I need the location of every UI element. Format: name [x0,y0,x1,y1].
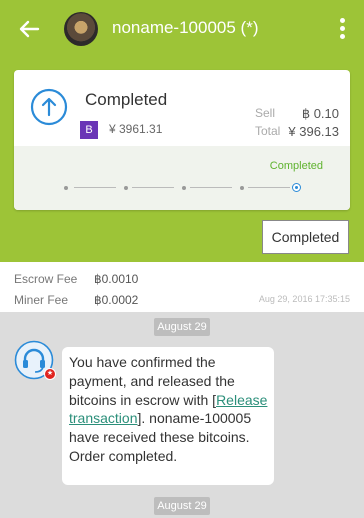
step-line [248,187,290,188]
escrow-fee-value: ฿0.0010 [94,272,139,286]
total-amount-row: Total ¥ 396.13 [255,124,339,139]
step-dot [182,186,186,190]
message-text-prefix: You have confirmed the payment, and rele… [69,354,235,408]
flag-badge-icon: ★ [44,368,56,380]
step-current [292,183,301,192]
miner-fee-label: Miner Fee [14,293,69,307]
coin-badge: B [80,121,98,139]
sell-amount-row: Sell ฿ 0.10 [255,106,339,121]
sell-value: ฿ 0.10 [301,106,339,121]
more-options-icon[interactable] [334,16,350,42]
fees-panel: Escrow Fee ฿0.0010 Miner Fee ฿0.0002 Aug… [0,262,364,312]
escrow-fee-label: Escrow Fee [14,272,78,286]
date-chip: August 29 [154,497,210,515]
chat-message: You have confirmed the payment, and rele… [62,347,274,485]
step-line [132,187,174,188]
app-bar: noname-100005 (*) [0,0,364,60]
progress-label: Completed [269,160,323,172]
step-line [190,187,232,188]
step-line [74,187,116,188]
order-card: Completed B ¥ 3961.31 Sell ฿ 0.10 Total … [14,70,350,210]
step-dot [240,186,244,190]
avatar[interactable] [64,12,98,46]
completed-button[interactable]: Completed [262,220,349,254]
order-summary: Completed B ¥ 3961.31 Sell ฿ 0.10 Total … [14,70,350,146]
order-status: Completed [85,90,168,109]
step-dot [124,186,128,190]
total-label: Total [255,124,281,138]
page-title: noname-100005 (*) [112,18,259,37]
upload-circle-icon [30,88,68,126]
total-value: ¥ 396.13 [288,124,339,139]
miner-fee-value: ฿0.0002 [94,293,139,307]
sell-label: Sell [255,106,276,120]
step-dot [64,186,68,190]
back-arrow-icon[interactable] [16,16,42,42]
miner-fee-row: Miner Fee ฿0.0002 [14,293,138,307]
date-chip: August 29 [154,318,210,336]
progress-steps [64,183,304,194]
unit-price: ¥ 3961.31 [109,122,163,136]
escrow-fee-row: Escrow Fee ฿0.0010 [14,272,138,286]
fee-timestamp: Aug 29, 2016 17:35:15 [258,294,350,304]
order-progress: Completed [14,146,350,210]
